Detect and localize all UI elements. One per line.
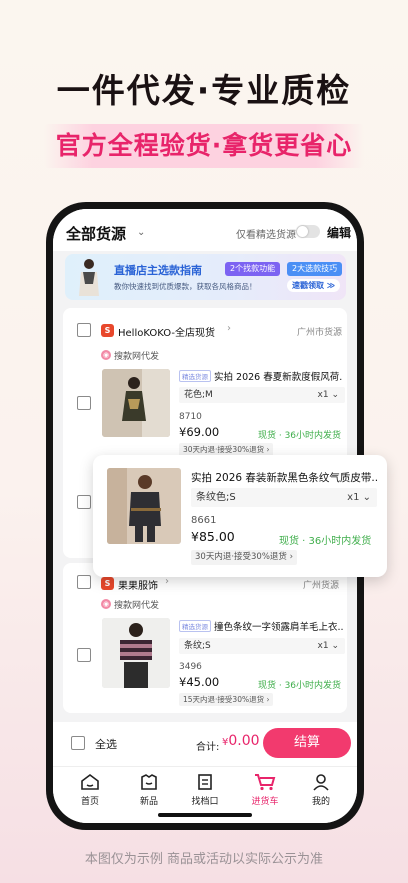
total-label: 合计:	[196, 742, 220, 753]
product-title[interactable]: 实拍 2026 春装新款黑色条纹气质皮带...	[191, 470, 377, 485]
return-policy[interactable]: 30天内退·接受30%退货 ›	[191, 550, 298, 565]
tab-store[interactable]: 找档口	[175, 773, 235, 807]
banner-subtitle: 教你快速找到优质爆款，获取各风格商品！	[114, 282, 257, 291]
product-title-text: 撞色条纹一字领露肩羊毛上衣...	[214, 622, 343, 633]
product-thumbnail[interactable]	[102, 618, 170, 688]
cart-icon	[255, 774, 276, 791]
home-icon	[81, 774, 99, 790]
item-checkbox[interactable]	[77, 396, 91, 410]
shop-name[interactable]: 果果服饰	[118, 577, 158, 592]
spec-selector[interactable]: 条纹色;S x1 ⌄	[191, 488, 377, 507]
subline-banner: 官方全程验货·拿货更省心	[44, 124, 364, 168]
shop-checkbox[interactable]	[77, 323, 91, 337]
total-amount: ¥0.00	[222, 733, 260, 749]
spec-value: 条纹色;S	[196, 492, 236, 503]
shop-logo-icon: S	[101, 577, 114, 590]
highlight-product-card[interactable]: 实拍 2026 春装新款黑色条纹气质皮带... 条纹色;S x1 ⌄ 8661 ¥…	[93, 455, 387, 577]
source-label: 搜款网代发	[114, 601, 160, 611]
shop-location: 广州货源	[303, 581, 340, 591]
disclaimer-note: 本图仅为示例 商品或活动以实际公示为准	[84, 852, 324, 867]
curated-filter-label: 仅看精选货源	[236, 230, 296, 241]
banner-chip-tips: 2大选款技巧	[287, 262, 343, 276]
return-policy[interactable]: 15天内退·接受30%退货 ›	[179, 693, 274, 706]
new-icon	[141, 774, 157, 790]
shipping-status: 现货 · 36小时内发货	[258, 681, 342, 691]
shop-location: 广州市货源	[297, 328, 343, 338]
tab-cart[interactable]: 进货车	[235, 773, 295, 807]
shipping-status: 现货 · 36小时内发货	[258, 431, 342, 441]
model-figure-icon	[79, 259, 99, 296]
source-icon: ◉	[101, 350, 111, 360]
select-all-label[interactable]: 全选	[95, 736, 117, 752]
sku-number: 8710	[179, 412, 202, 422]
tab-home[interactable]: 首页	[60, 773, 120, 807]
shipping-status: 现货 · 36小时内发货	[279, 536, 372, 547]
curated-tag: 精选货源	[179, 370, 211, 382]
tab-label: 进货车	[251, 797, 279, 807]
quantity-value: x1 ⌄	[347, 492, 371, 503]
shop-name[interactable]: HelloKOKO-全店现货	[118, 324, 215, 339]
spec-selector[interactable]: 条纹;S x1 ⌄	[179, 638, 345, 654]
checkout-bar: 全选 合计: ¥0.00 结算	[53, 722, 357, 766]
shop-card: S 果果服饰 › 广州货源 ◉ 搜款网代发 精选货源 撞色条纹一字领露肩羊毛上衣.…	[63, 563, 347, 713]
product-title-text: 实拍 2026 春夏新款度假风荷...	[214, 372, 343, 383]
curated-filter-toggle[interactable]	[296, 225, 320, 238]
product-title[interactable]: 精选货源 撞色条纹一字领露肩羊毛上衣...	[179, 619, 343, 633]
headline: 一件代发·专业质检	[56, 71, 352, 110]
quantity-value: x1 ⌄	[317, 641, 339, 651]
shop-logo-icon: S	[101, 324, 114, 337]
tab-label: 我的	[311, 797, 330, 807]
tab-label: 找档口	[191, 797, 219, 807]
product-thumbnail[interactable]	[102, 369, 170, 437]
spec-value: 条纹;S	[184, 641, 211, 651]
shop-checkbox[interactable]	[77, 575, 91, 589]
store-icon	[198, 774, 212, 790]
promo-banner[interactable]: 直播店主选款指南 2个找款功能 2大选款技巧 教你快速找到优质爆款，获取各风格商…	[65, 254, 346, 300]
top-bar: 全部货源 ⌄ 仅看精选货源 编辑	[53, 209, 357, 251]
home-indicator	[158, 813, 252, 817]
spec-selector[interactable]: 花色;M x1 ⌄	[179, 387, 345, 403]
page-title[interactable]: 全部货源	[66, 223, 126, 244]
tab-new[interactable]: 新品	[119, 773, 179, 807]
product-title[interactable]: 精选货源 实拍 2026 春夏新款度假风荷...	[179, 369, 343, 383]
sku-number: 8661	[191, 515, 217, 526]
select-all-checkbox[interactable]	[71, 736, 85, 750]
tab-profile[interactable]: 我的	[291, 773, 351, 807]
source-icon: ◉	[101, 599, 111, 609]
chevron-down-icon[interactable]: ⌄	[137, 227, 145, 238]
tab-label: 新品	[139, 797, 158, 807]
product-thumbnail[interactable]	[107, 468, 181, 544]
banner-title: 直播店主选款指南	[114, 264, 202, 277]
source-label: 搜款网代发	[114, 352, 160, 362]
chevron-right-icon[interactable]: ›	[165, 576, 169, 587]
tab-label: 首页	[80, 797, 99, 807]
item-checkbox[interactable]	[77, 495, 91, 509]
product-price: ¥45.00	[179, 675, 220, 689]
sku-number: 3496	[179, 662, 202, 672]
chevron-right-icon[interactable]: ›	[227, 323, 231, 334]
subline: 官方全程验货·拿货更省心	[55, 131, 353, 160]
banner-claim-button[interactable]: 速戳领取 ≫	[287, 279, 341, 292]
item-checkbox[interactable]	[77, 648, 91, 662]
product-photo-icon	[102, 369, 170, 437]
profile-icon	[313, 774, 329, 791]
edit-button[interactable]: 编辑	[327, 224, 351, 241]
curated-tag: 精选货源	[179, 620, 211, 632]
quantity-value: x1 ⌄	[317, 390, 339, 400]
banner-chip-features: 2个找款功能	[225, 262, 281, 276]
product-photo-icon	[107, 468, 181, 544]
product-price: ¥69.00	[179, 425, 220, 439]
spec-value: 花色;M	[184, 390, 213, 400]
checkout-button[interactable]: 结算	[263, 728, 351, 758]
product-price: ¥85.00	[191, 529, 235, 544]
product-photo-icon	[102, 618, 170, 688]
